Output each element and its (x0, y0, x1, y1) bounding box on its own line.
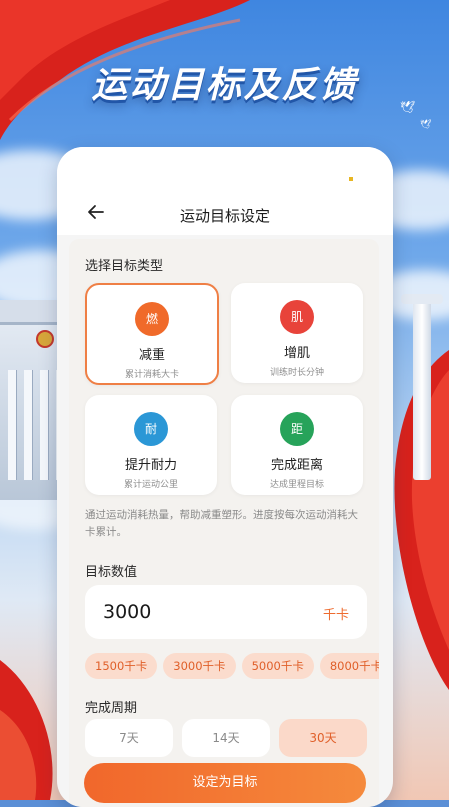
period-selector: 7天 14天 30天 (85, 719, 367, 757)
dove-icon: 🕊 (420, 120, 432, 130)
goal-unit-label: 千卡 (322, 608, 349, 623)
type-card-name: 提升耐力 (124, 458, 177, 473)
page-title: 运动目标设定 (179, 207, 270, 225)
type-card-muscle-gain[interactable]: 肌 增肌 训练时长分钟 (231, 283, 363, 383)
period-option-30[interactable]: 30天 (279, 719, 367, 757)
goal-value-text: 3000 (103, 601, 152, 623)
type-card-subtitle: 训练时长分钟 (269, 368, 324, 378)
type-card-distance[interactable]: 距 完成距离 达成里程目标 (231, 395, 363, 495)
preset-chip[interactable]: 5000千卡 (241, 653, 314, 679)
type-card-name: 减重 (138, 348, 165, 363)
preset-chip[interactable]: 1500千卡 (85, 653, 158, 679)
period-option-7[interactable]: 7天 (85, 719, 173, 757)
national-emblem-icon (36, 330, 54, 348)
set-goal-button[interactable]: 设定为目标 (84, 763, 366, 803)
period-label: 完成周期 (85, 701, 138, 716)
distance-icon: 距 (280, 412, 314, 446)
preset-chips: 1500千卡 3000千卡 5000千卡 8000千卡 (85, 653, 379, 681)
preset-chip[interactable]: 8000千卡 (319, 653, 379, 679)
type-card-endurance[interactable]: 耐 提升耐力 累计运动公里 (85, 395, 217, 495)
endurance-icon: 耐 (134, 412, 168, 446)
type-card-name: 完成距离 (270, 458, 323, 473)
type-section-label: 选择目标类型 (85, 259, 164, 274)
phone-mockup: 运动目标设定 选择目标类型 燃 减重 累计消耗大卡 肌 增肌 训练时长分钟 耐 … (57, 147, 393, 807)
burn-icon: 燃 (135, 302, 169, 336)
type-card-subtitle: 达成里程目标 (269, 480, 324, 490)
preset-chip[interactable]: 3000千卡 (163, 653, 236, 679)
goal-value-input[interactable]: 3000 千卡 (85, 585, 367, 639)
huabiao-pillar-illustration (401, 294, 443, 480)
app-header: 运动目标设定 (57, 147, 393, 235)
type-card-subtitle: 累计消耗大卡 (124, 370, 179, 380)
type-description: 通过运动消耗热量，帮助减重塑形。进度按每次运动消耗大卡累计。 (85, 509, 358, 538)
muscle-icon: 肌 (280, 300, 314, 334)
poster-headline: 运动目标及反馈 (91, 65, 358, 106)
type-card-subtitle: 累计运动公里 (123, 480, 178, 490)
type-card-weight-loss[interactable]: 燃 减重 累计消耗大卡 (85, 283, 219, 385)
goal-value-label: 目标数值 (85, 565, 138, 580)
type-card-name: 增肌 (283, 346, 310, 361)
period-option-14[interactable]: 14天 (182, 719, 270, 757)
status-indicator-icon (349, 177, 353, 181)
goal-form: 选择目标类型 燃 减重 累计消耗大卡 肌 增肌 训练时长分钟 耐 提升耐力 累计… (69, 239, 379, 807)
